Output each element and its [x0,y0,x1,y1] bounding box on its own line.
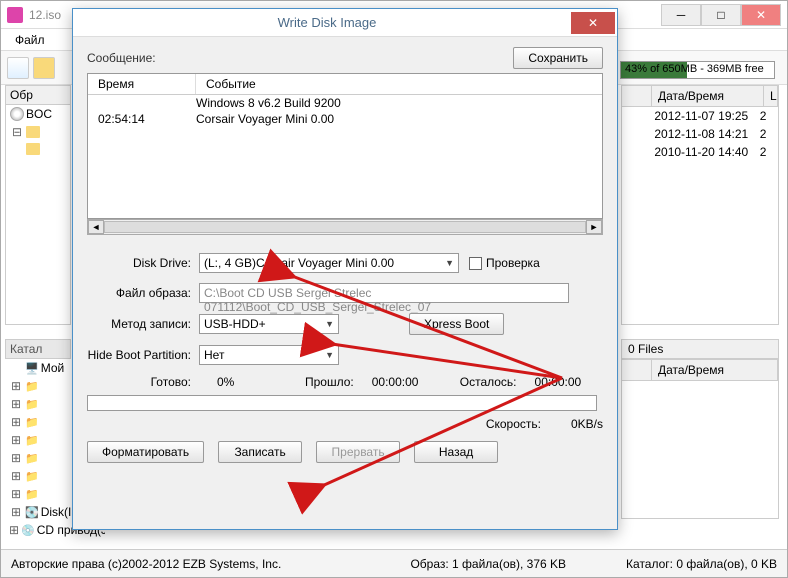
write-method-label: Метод записи: [87,317,199,331]
tree-folder[interactable] [6,141,70,157]
folder-icon [26,143,40,155]
catalog-header: Катал [5,339,71,359]
write-button[interactable]: Записать [218,441,302,463]
tree-root[interactable]: BOC [6,105,70,123]
dialog-close-button[interactable]: ✕ [571,12,615,34]
image-file-label: Файл образа: [87,286,199,300]
menu-file[interactable]: Файл [7,31,53,49]
elapsed-label: Прошло: [305,375,354,389]
verify-label: Проверка [486,256,540,270]
image-file-field: C:\Boot CD USB Sergei Strelec 071112\Boo… [199,283,569,303]
file-list: Дата/Время L 2012-11-07 19:2522012-11-08… [621,85,779,325]
list-item[interactable]: 2012-11-07 19:252 [622,107,778,125]
hide-boot-label: Hide Boot Partition: [87,348,199,362]
hide-boot-select[interactable]: Нет ▼ [199,345,339,365]
log-time [88,96,196,110]
tree-header: Обр [6,86,70,105]
scroll-left-icon[interactable]: ◄ [88,220,104,234]
open-icon[interactable] [33,57,55,79]
local-file-list: Дата/Время [621,359,779,519]
remain-value: 00:00:00 [535,375,582,389]
new-icon[interactable] [7,57,29,79]
status-image: Образ: 1 файла(ов), 376 KB [410,557,566,571]
log-time: 02:54:14 [88,112,196,126]
close-button[interactable]: ✕ [741,4,781,26]
log-event: Windows 8 v6.2 Build 9200 [196,96,341,110]
image-tree: Обр BOC ⊟ [5,85,71,325]
log-col-event[interactable]: Событие [196,74,266,94]
write-method-select[interactable]: USB-HDD+ ▼ [199,314,339,334]
format-button[interactable]: Форматировать [87,441,204,463]
col-date[interactable]: Дата/Время [652,86,764,106]
log-scrollbar[interactable]: ◄ ► [87,219,603,235]
minimize-button[interactable]: ─ [661,4,701,26]
list-item[interactable]: 2010-11-20 14:402 [622,143,778,161]
chevron-down-icon: ▼ [325,319,334,329]
tree-folder[interactable]: ⊟ [6,123,70,141]
chevron-down-icon: ▼ [445,258,454,268]
capacity-bar: 43% of 650MB - 369MB free [620,61,775,79]
files-count-header: 0 Files [621,339,779,359]
disk-drive-label: Disk Drive: [87,256,199,270]
status-copyright: Авторские права (c)2002-2012 EZB Systems… [11,557,281,571]
verify-checkbox[interactable] [469,257,482,270]
abort-button[interactable]: Прервать [316,441,400,463]
xpress-boot-button[interactable]: Xpress Boot [409,313,504,335]
save-button[interactable]: Сохранить [513,47,603,69]
scroll-thumb[interactable] [104,221,586,233]
statusbar: Авторские права (c)2002-2012 EZB Systems… [1,549,787,577]
chevron-down-icon: ▼ [325,350,334,360]
ready-label: Готово: [87,375,199,389]
speed-value: 0KB/s [571,417,603,431]
log-col-time[interactable]: Время [88,74,196,94]
dialog-title: Write Disk Image [83,15,571,30]
log-event: Corsair Voyager Mini 0.00 [196,112,334,126]
speed-label: Скорость: [486,417,541,431]
disk-drive-select[interactable]: (L:, 4 GB)Corsair Voyager Mini 0.00 ▼ [199,253,459,273]
dialog-titlebar: Write Disk Image ✕ [73,9,617,37]
folder-icon [26,126,40,138]
log-box: Время Событие Windows 8 v6.2 Build 92000… [87,73,603,219]
list-item[interactable]: 2012-11-08 14:212 [622,125,778,143]
remain-label: Осталось: [460,375,517,389]
message-label: Сообщение: [87,51,156,65]
col-l[interactable]: L [764,86,778,106]
ready-value: 0% [217,375,287,389]
elapsed-value: 00:00:00 [372,375,442,389]
status-catalog: Каталог: 0 файла(ов), 0 KB [626,557,777,571]
disc-icon [10,107,24,121]
write-disk-image-dialog: Write Disk Image ✕ Сообщение: Сохранить … [72,8,618,530]
back-button[interactable]: Назад [414,441,498,463]
scroll-right-icon[interactable]: ► [586,220,602,234]
col-date[interactable]: Дата/Время [652,360,778,380]
app-icon [7,7,23,23]
maximize-button[interactable]: □ [701,4,741,26]
progress-bar [87,395,597,411]
capacity-text: 43% of 650MB - 369MB free [625,63,764,75]
